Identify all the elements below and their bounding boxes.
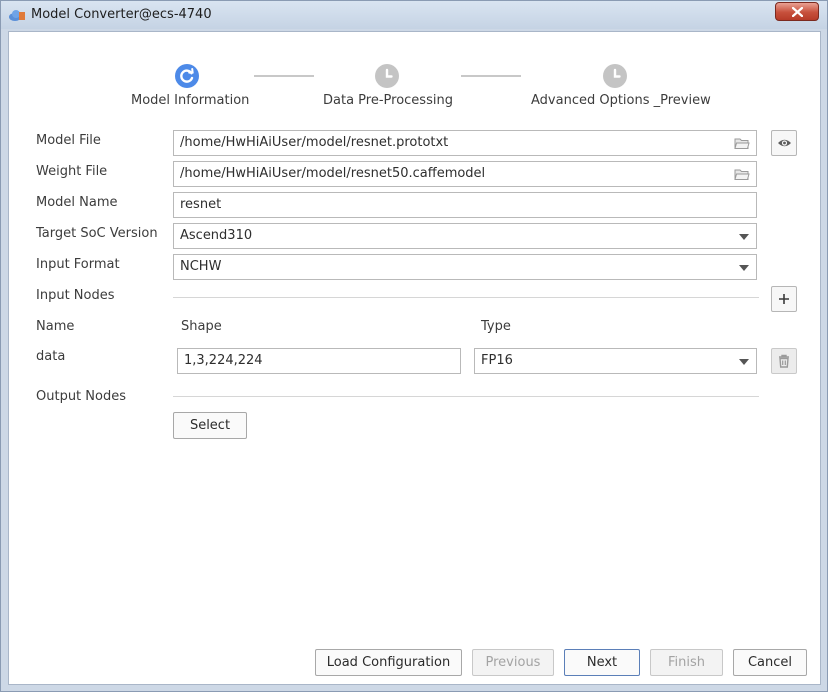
input-nodes-divider — [173, 297, 759, 298]
input-node-type-select[interactable]: FP16 — [474, 348, 757, 374]
output-nodes-divider — [173, 396, 759, 397]
input-node-shape-input[interactable]: 1,3,224,224 — [177, 348, 461, 374]
close-button[interactable] — [775, 2, 819, 21]
preview-model-button[interactable] — [771, 130, 797, 156]
chevron-down-icon — [739, 234, 749, 240]
chevron-down-icon — [739, 265, 749, 271]
weight-file-input[interactable]: /home/HwHiAiUser/model/resnet50.caffemod… — [173, 161, 757, 187]
trash-icon — [779, 354, 789, 368]
model-name-value: resnet — [180, 197, 222, 212]
step-model-information[interactable]: Model Information — [131, 93, 249, 108]
next-button[interactable]: Next — [564, 649, 640, 676]
model-converter-window: Model Converter@ecs-4740 Model Informati… — [0, 0, 828, 692]
dialog-content: Model Information Data Pre-Processing Ad… — [8, 31, 821, 685]
plus-icon — [779, 294, 789, 304]
weight-file-value: /home/HwHiAiUser/model/resnet50.caffemod… — [180, 166, 486, 181]
eye-icon — [778, 139, 791, 147]
column-header-type: Type — [481, 319, 511, 334]
title-bar[interactable]: Model Converter@ecs-4740 — [1, 1, 827, 29]
model-file-input[interactable]: /home/HwHiAiUser/model/resnet.prototxt — [173, 130, 757, 156]
finish-button[interactable]: Finish — [650, 649, 723, 676]
target-soc-select[interactable]: Ascend310 — [173, 223, 757, 249]
step-data-preprocessing[interactable]: Data Pre-Processing — [323, 93, 453, 108]
weight-file-label: Weight File — [36, 164, 108, 179]
column-header-shape: Shape — [181, 319, 222, 334]
step-advanced-options-clock-icon — [603, 64, 627, 88]
step-connector — [461, 75, 521, 77]
step-advanced-options-preview[interactable]: Advanced Options _Preview — [531, 93, 711, 108]
input-nodes-label: Input Nodes — [36, 288, 115, 303]
add-input-node-button[interactable] — [771, 286, 797, 312]
input-node-shape-value: 1,3,224,224 — [184, 353, 263, 368]
output-nodes-label: Output Nodes — [36, 389, 126, 404]
chevron-down-icon — [739, 359, 749, 365]
model-name-input[interactable]: resnet — [173, 192, 757, 218]
target-soc-label: Target SoC Version — [36, 226, 158, 241]
input-format-label: Input Format — [36, 257, 120, 272]
model-file-value: /home/HwHiAiUser/model/resnet.prototxt — [180, 135, 449, 150]
window-title: Model Converter@ecs-4740 — [31, 7, 212, 22]
close-icon — [792, 7, 803, 17]
select-output-nodes-button[interactable]: Select — [173, 412, 247, 439]
step-data-preprocessing-clock-icon — [375, 64, 399, 88]
cancel-button[interactable]: Cancel — [733, 649, 807, 676]
input-format-value: NCHW — [180, 259, 222, 274]
model-name-label: Model Name — [36, 195, 118, 210]
input-format-select[interactable]: NCHW — [173, 254, 757, 280]
input-node-type-value: FP16 — [481, 353, 513, 368]
step-connector — [254, 75, 314, 77]
input-node-name: data — [36, 349, 66, 364]
model-file-label: Model File — [36, 133, 101, 148]
folder-icon[interactable] — [734, 137, 750, 150]
step-model-information-progress-icon — [175, 64, 199, 88]
app-cloud-icon — [8, 8, 26, 22]
folder-icon[interactable] — [734, 168, 750, 181]
delete-input-node-button[interactable] — [771, 348, 797, 374]
column-header-name: Name — [36, 319, 75, 334]
load-configuration-button[interactable]: Load Configuration — [315, 649, 462, 676]
previous-button[interactable]: Previous — [472, 649, 554, 676]
target-soc-value: Ascend310 — [180, 228, 253, 243]
